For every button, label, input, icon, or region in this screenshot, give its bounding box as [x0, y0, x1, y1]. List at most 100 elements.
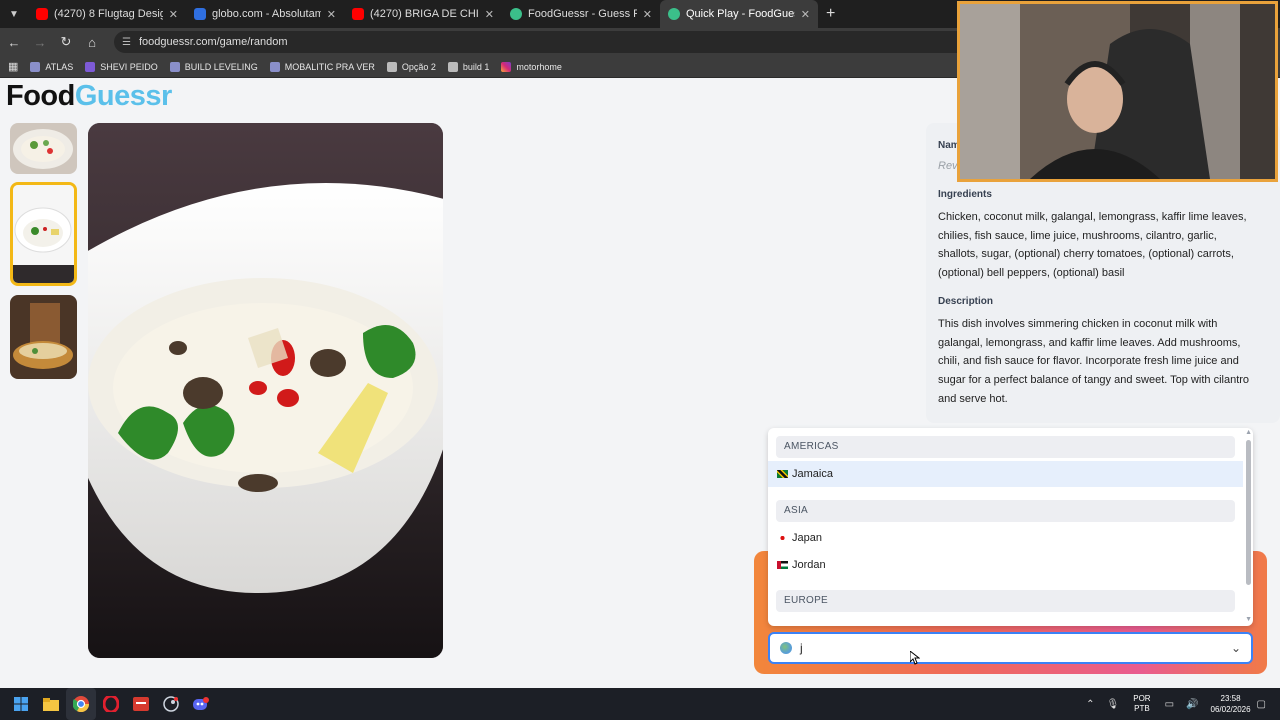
option-label: Japan: [792, 532, 822, 544]
guess-input-value: j: [800, 641, 803, 655]
dropdown-scrollbar[interactable]: [1246, 440, 1251, 585]
steam-icon[interactable]: [156, 688, 186, 720]
close-icon[interactable]: ✕: [485, 8, 494, 21]
bookmark[interactable]: BUILD LEVELING: [169, 61, 258, 72]
bookmark-label: Opção 2: [401, 61, 436, 72]
home-icon[interactable]: ⌂: [80, 35, 104, 50]
volume-icon[interactable]: 🔊: [1186, 699, 1198, 710]
microphone-icon[interactable]: 🎙: [1107, 699, 1120, 710]
notification-icon[interactable]: ▢: [1257, 699, 1266, 710]
webcam-overlay: [957, 1, 1278, 182]
thumbnail-1[interactable]: [10, 123, 77, 174]
close-icon[interactable]: ✕: [327, 8, 336, 21]
back-icon[interactable]: ←: [2, 35, 26, 50]
bookmark-icon: [386, 61, 397, 72]
keyboard-layout: PTB: [1134, 704, 1150, 713]
option-jordan[interactable]: Jordan: [768, 552, 1243, 578]
bookmark-icon: [269, 61, 280, 72]
discord-icon[interactable]: [186, 688, 216, 720]
ingredients-text: Chicken, coconut milk, galangal, lemongr…: [938, 211, 1247, 280]
thumbnail-3[interactable]: [10, 295, 77, 379]
site-info-icon[interactable]: ☰: [122, 37, 131, 48]
network-icon[interactable]: ▭: [1165, 699, 1174, 710]
file-explorer-icon[interactable]: [36, 688, 66, 720]
dish-thumbnail-image: [10, 123, 77, 174]
app-icon[interactable]: [126, 688, 156, 720]
tab-title: Quick Play - FoodGuessr | Food...: [686, 8, 795, 20]
bookmark-label: BUILD LEVELING: [184, 61, 258, 72]
japan-flag-icon: [777, 534, 788, 542]
country-dropdown[interactable]: AMERICAS Jamaica ASIA Japan Jordan EUROP…: [768, 428, 1253, 626]
jordan-flag-icon: [777, 561, 788, 569]
show-hidden-icons-icon[interactable]: ⌃: [1086, 699, 1094, 710]
close-icon[interactable]: ✕: [801, 8, 810, 21]
ingredients-label: Ingredients: [938, 189, 992, 200]
bookmark[interactable]: build 1: [447, 61, 490, 72]
scroll-up-icon[interactable]: ▲: [1245, 429, 1252, 436]
bookmark[interactable]: Opção 2: [386, 61, 436, 72]
apps-icon[interactable]: ▦: [8, 60, 18, 73]
windows-start-icon[interactable]: [6, 688, 36, 720]
bookmark[interactable]: motorhome: [501, 61, 562, 72]
foodguessr-icon: [510, 8, 522, 20]
group-header-asia: ASIA: [776, 500, 1235, 522]
foodguessr-logo[interactable]: FoodGuessr: [6, 80, 172, 113]
scroll-down-icon[interactable]: ▼: [1245, 616, 1252, 623]
new-tab-button[interactable]: +: [818, 5, 843, 23]
close-icon[interactable]: ✕: [643, 8, 652, 21]
browser-tab[interactable]: (4270) 8 Flugtag Designs We'll Never... …: [28, 0, 186, 28]
reload-icon[interactable]: ↻: [54, 34, 78, 50]
chevron-down-icon[interactable]: ⌄: [1231, 641, 1241, 655]
thumbnail-2-selected[interactable]: [10, 182, 77, 286]
bookmark-label: MOBALITIC PRA VER: [284, 61, 375, 72]
tab-title: (4270) 8 Flugtag Designs We'll Never...: [54, 8, 163, 20]
clock-date: 06/02/2026: [1210, 705, 1251, 714]
bookmark-label: ATLAS: [45, 61, 74, 72]
language-code: POR: [1133, 694, 1151, 703]
forward-icon[interactable]: →: [28, 35, 52, 50]
dish-thumbnail-image: [13, 185, 74, 283]
system-tray: ⌃ 🎙 POR PTB ▭ 🔊 23:58 06/02/2026 ▢: [1080, 688, 1272, 720]
globe-icon: [780, 642, 792, 654]
opera-icon[interactable]: [96, 688, 126, 720]
bookmark[interactable]: SHEVI PEIDO: [85, 61, 158, 72]
url-field[interactable]: ☰ foodguessr.com/game/random: [114, 31, 974, 53]
browser-tab[interactable]: FoodGuessr - Guess Food from Around... ✕: [502, 0, 660, 28]
language-indicator[interactable]: POR PTB: [1133, 694, 1150, 714]
tab-title: globo.com - Absolutamente tudo sobre...: [212, 8, 321, 20]
description-text: This dish involves simmering chicken in …: [938, 318, 1250, 405]
bookmark-icon: [85, 61, 96, 72]
youtube-icon: [352, 8, 364, 20]
option-jamaica[interactable]: Jamaica: [768, 461, 1243, 487]
tab-title: (4270) BRIGA DE CHINESES - YouTube: [370, 8, 479, 20]
dish-thumbnail-image: [10, 295, 77, 379]
bookmark-label: build 1: [462, 61, 490, 72]
browser-tab[interactable]: (4270) BRIGA DE CHINESES - YouTube ✕: [344, 0, 502, 28]
dish-image: [88, 123, 443, 658]
chrome-icon[interactable]: [66, 688, 96, 720]
group-header-americas: AMERICAS: [776, 436, 1235, 458]
instagram-icon: [501, 61, 512, 72]
tab-search-icon[interactable]: ▼: [0, 0, 28, 28]
jamaica-flag-icon: [777, 470, 788, 478]
browser-tab[interactable]: globo.com - Absolutamente tudo sobre... …: [186, 0, 344, 28]
country-guess-input[interactable]: j ⌄: [768, 632, 1253, 664]
bookmark[interactable]: ATLAS: [30, 61, 74, 72]
browser-tab-active[interactable]: Quick Play - FoodGuessr | Food... ✕: [660, 0, 818, 28]
bookmark[interactable]: MOBALITIC PRA VER: [269, 61, 375, 72]
webcam-image: [960, 4, 1275, 179]
bookmark-label: SHEVI PEIDO: [100, 61, 158, 72]
clock-time: 23:58: [1220, 694, 1241, 703]
clock[interactable]: 23:58 06/02/2026: [1211, 693, 1251, 715]
mouse-cursor-icon: [910, 651, 920, 665]
tab-title: FoodGuessr - Guess Food from Around...: [528, 8, 637, 20]
option-japan[interactable]: Japan: [768, 525, 1243, 551]
close-icon[interactable]: ✕: [169, 8, 178, 21]
bookmark-label: motorhome: [516, 61, 562, 72]
logo-food: Food: [6, 80, 75, 112]
option-label: Jamaica: [792, 468, 833, 480]
bookmark-icon: [169, 61, 180, 72]
bookmark-icon: [447, 61, 458, 72]
url-text: foodguessr.com/game/random: [138, 36, 288, 48]
windows-taskbar: ⌃ 🎙 POR PTB ▭ 🔊 23:58 06/02/2026 ▢: [0, 688, 1280, 720]
